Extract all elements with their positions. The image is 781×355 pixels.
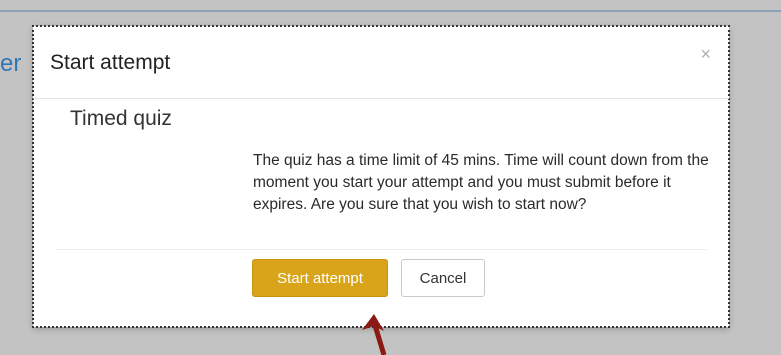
dialog-title: Start attempt [50, 51, 171, 74]
page-top-rule [0, 10, 781, 12]
arrow-head [362, 314, 384, 331]
close-icon[interactable]: × [700, 44, 711, 65]
start-attempt-dialog: Start attempt × Timed quiz The quiz has … [32, 25, 730, 328]
dialog-subtitle: Timed quiz [70, 107, 172, 130]
dialog-header: Start attempt × [33, 26, 729, 99]
start-attempt-button[interactable]: Start attempt [252, 259, 388, 297]
cancel-button[interactable]: Cancel [401, 259, 485, 297]
dialog-message: The quiz has a time limit of 45 mins. Ti… [253, 152, 709, 213]
arrow-annotation-icon [362, 314, 387, 355]
dialog-footer-divider [55, 249, 707, 250]
